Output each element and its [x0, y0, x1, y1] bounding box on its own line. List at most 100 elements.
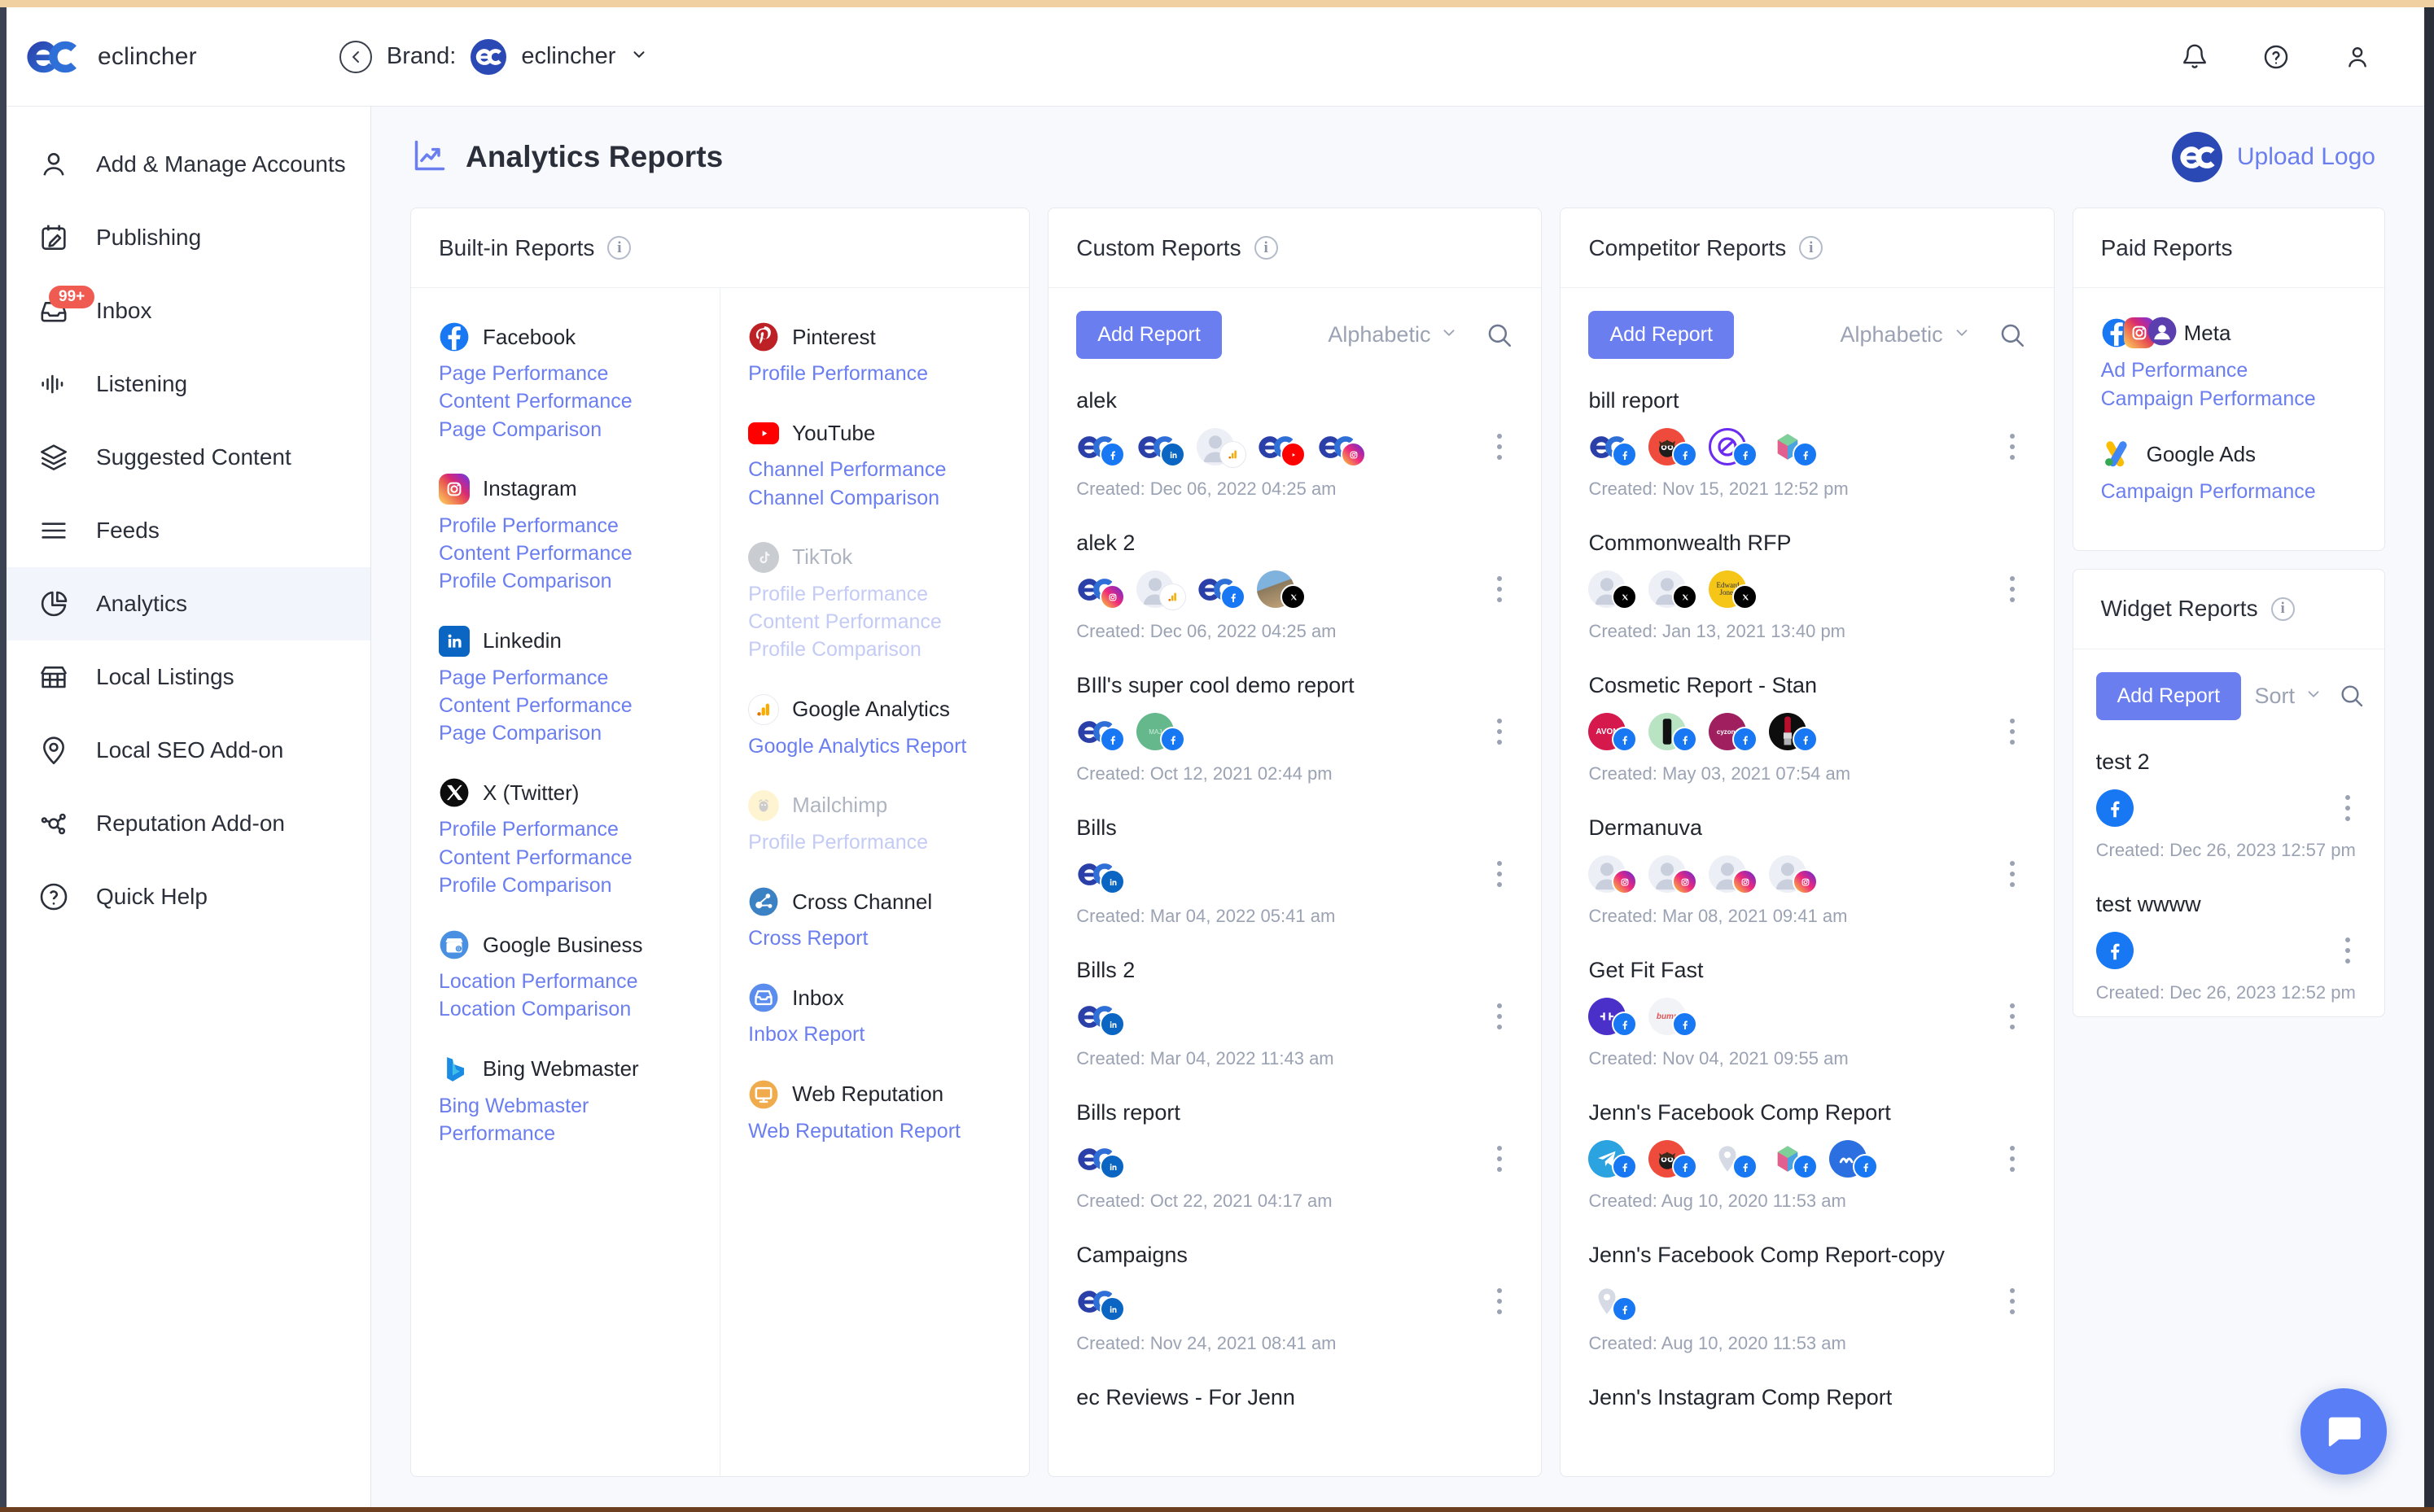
paid-report-link[interactable]: Campaign Performance [2101, 385, 2357, 413]
report-more-options-icon[interactable] [2000, 1285, 2025, 1318]
notification-bell-icon[interactable] [2177, 39, 2213, 75]
builtin-group-name: Google Analytics [792, 697, 950, 722]
help-circle-icon[interactable] [2258, 39, 2294, 75]
sidebar-item-inbox[interactable]: 99+Inbox [7, 274, 370, 347]
report-more-options-icon[interactable] [2336, 934, 2360, 967]
report-more-options-icon[interactable] [2000, 1000, 2025, 1033]
report-list-item[interactable]: Commonwealth RFPEdwardJonesCreated: Jan … [1588, 513, 2025, 655]
report-more-options-icon[interactable] [1487, 573, 1512, 605]
report-more-options-icon[interactable] [1487, 1285, 1512, 1318]
sidebar-item-feeds[interactable]: Feeds [7, 494, 370, 567]
builtin-report-link[interactable]: Channel Performance [748, 456, 1006, 483]
builtin-report-link[interactable]: Web Reputation Report [748, 1117, 1006, 1145]
report-list-item[interactable]: alekCreated: Dec 06, 2022 04:25 am [1076, 370, 1513, 513]
report-more-options-icon[interactable] [2000, 430, 2025, 463]
info-icon[interactable]: i [2271, 597, 2295, 621]
builtin-report-link[interactable]: Content Performance [439, 540, 697, 567]
report-list-item[interactable]: Jenn's Facebook Comp Report-copyCreated:… [1588, 1225, 2025, 1367]
report-more-options-icon[interactable] [2000, 1143, 2025, 1175]
builtin-report-link[interactable]: Profile Performance [439, 512, 697, 540]
report-list-item[interactable]: BIll's super cool demo reportMAJCreated:… [1076, 655, 1513, 798]
builtin-report-link[interactable]: Profile Performance [748, 360, 1006, 387]
builtin-report-link[interactable]: Page Performance [439, 664, 697, 692]
report-list-item[interactable]: bill reportCreated: Nov 15, 2021 12:52 p… [1588, 370, 2025, 513]
report-created-date: Created: Oct 22, 2021 04:17 am [1076, 1191, 1513, 1212]
builtin-report-link[interactable]: Content Performance [439, 844, 697, 872]
info-icon[interactable]: i [1254, 236, 1278, 260]
sidebar-item-reputation-add-on[interactable]: Reputation Add-on [7, 787, 370, 860]
report-list-item[interactable]: Jenn's Facebook Comp ReportCreated: Aug … [1588, 1082, 2025, 1225]
hamburger-lines-icon [36, 513, 72, 548]
builtin-report-link[interactable]: Google Analytics Report [748, 732, 1006, 760]
report-more-options-icon[interactable] [1487, 1143, 1512, 1175]
sidebar-item-publishing[interactable]: Publishing [7, 201, 370, 274]
report-list-item[interactable]: BillsCreated: Mar 04, 2022 05:41 am [1076, 798, 1513, 940]
sidebar-item-suggested-content[interactable]: Suggested Content [7, 421, 370, 494]
map-pin-icon [36, 732, 72, 768]
custom-sort-dropdown[interactable]: Alphabetic [1328, 322, 1458, 347]
widget-report-item[interactable]: test 2Created: Dec 26, 2023 12:57 pm [2096, 732, 2362, 874]
builtin-report-link[interactable]: Cross Report [748, 924, 1006, 952]
competitor-search-icon[interactable] [1998, 321, 2026, 349]
report-more-options-icon[interactable] [1487, 430, 1512, 463]
upload-logo-button[interactable]: Upload Logo [2172, 132, 2375, 182]
user-account-icon[interactable] [2340, 39, 2375, 75]
chevron-down-icon[interactable] [630, 46, 648, 68]
chat-bubble-icon[interactable] [2300, 1388, 2387, 1475]
custom-add-report-button[interactable]: Add Report [1076, 311, 1221, 359]
paid-report-link[interactable]: Campaign Performance [2101, 478, 2357, 506]
report-list-item[interactable]: Get Fit FastbumpCreated: Nov 04, 2021 09… [1588, 940, 2025, 1082]
report-more-options-icon[interactable] [2336, 792, 2360, 824]
widget-sort-dropdown[interactable]: Sort [2254, 684, 2322, 709]
builtin-report-link[interactable]: Channel Comparison [748, 484, 1006, 512]
competitor-add-report-button[interactable]: Add Report [1588, 311, 1733, 359]
report-list-item[interactable]: ec Reviews - For Jenn [1076, 1367, 1513, 1435]
paid-report-link[interactable]: Ad Performance [2101, 356, 2357, 385]
report-list-item[interactable]: CampaignsCreated: Nov 24, 2021 08:41 am [1076, 1225, 1513, 1367]
report-more-options-icon[interactable] [1487, 715, 1512, 748]
report-more-options-icon[interactable] [2000, 573, 2025, 605]
builtin-report-link[interactable]: Bing Webmaster Performance [439, 1092, 697, 1148]
report-list-item[interactable]: alek 2Created: Dec 06, 2022 04:25 am [1076, 513, 1513, 655]
report-list-item[interactable]: Jenn's Instagram Comp Report [1588, 1367, 2025, 1435]
sidebar-item-add-manage-accounts[interactable]: Add & Manage Accounts [7, 128, 370, 201]
sidebar-item-local-seo-add-on[interactable]: Local SEO Add-on [7, 714, 370, 787]
builtin-report-link[interactable]: Content Performance [439, 387, 697, 415]
builtin-report-link[interactable]: Profile Comparison [439, 872, 697, 899]
report-list-item[interactable]: DermanuvaCreated: Mar 08, 2021 09:41 am [1588, 798, 2025, 940]
competitor-sort-dropdown[interactable]: Alphabetic [1841, 322, 1971, 347]
widget-add-report-button[interactable]: Add Report [2096, 672, 2241, 720]
builtin-report-link[interactable]: Profile Performance [439, 815, 697, 843]
sidebar-item-listening[interactable]: Listening [7, 347, 370, 421]
builtin-reports-body: FacebookPage PerformanceContent Performa… [411, 288, 1029, 1476]
info-icon[interactable]: i [607, 236, 631, 260]
sidebar-item-analytics[interactable]: Analytics [7, 567, 370, 640]
report-more-options-icon[interactable] [2000, 858, 2025, 890]
widget-search-icon[interactable] [2339, 683, 2365, 709]
report-list-item[interactable]: Bills 2Created: Mar 04, 2022 11:43 am [1076, 940, 1513, 1082]
builtin-report-link[interactable]: Page Performance [439, 360, 697, 387]
report-more-options-icon[interactable] [2000, 715, 2025, 748]
info-icon[interactable]: i [1799, 236, 1823, 260]
report-avatars: EdwardJones [1588, 567, 2025, 611]
report-list-item[interactable]: Cosmetic Report - StanAVONcyzoneCreated:… [1588, 655, 2025, 798]
back-arrow-icon[interactable] [339, 41, 372, 73]
paid-group-google-ads: Google AdsCampaign Performance [2101, 434, 2357, 506]
reports-columns: Built-in Reports i FacebookPage Performa… [371, 208, 2424, 1477]
builtin-report-link[interactable]: Location Comparison [439, 995, 697, 1023]
builtin-report-link[interactable]: Location Performance [439, 968, 697, 995]
custom-search-icon[interactable] [1486, 321, 1513, 349]
report-list-item[interactable]: Bills reportCreated: Oct 22, 2021 04:17 … [1076, 1082, 1513, 1225]
app-logo[interactable]: eclincher [24, 37, 197, 76]
builtin-report-link[interactable]: Content Performance [439, 692, 697, 719]
builtin-report-link[interactable]: Inbox Report [748, 1020, 1006, 1048]
widget-report-item[interactable]: test wwwwCreated: Dec 26, 2023 12:52 pm [2096, 874, 2362, 1016]
sidebar-item-local-listings[interactable]: Local Listings [7, 640, 370, 714]
report-more-options-icon[interactable] [1487, 858, 1512, 890]
brand-picker[interactable]: Brand: eclincher [339, 39, 649, 75]
builtin-report-link[interactable]: Page Comparison [439, 719, 697, 747]
report-more-options-icon[interactable] [1487, 1000, 1512, 1033]
builtin-report-link[interactable]: Profile Comparison [439, 567, 697, 595]
builtin-report-link[interactable]: Page Comparison [439, 416, 697, 444]
sidebar-item-quick-help[interactable]: Quick Help [7, 860, 370, 933]
